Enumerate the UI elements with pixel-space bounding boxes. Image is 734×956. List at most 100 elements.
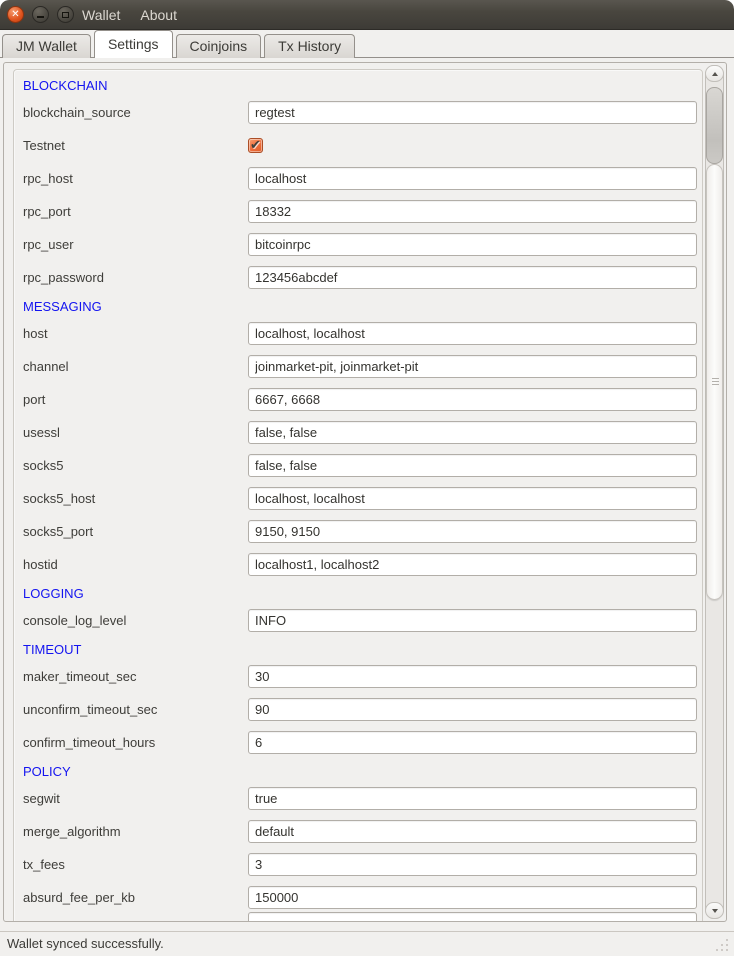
form-row-rpc-port: rpc_port	[4, 200, 704, 223]
settings-scroll-area: BLOCKCHAIN blockchain_source Testnet ✔ rpc_h…	[3, 62, 727, 922]
field-host-input[interactable]	[248, 322, 697, 345]
vertical-scrollbar[interactable]	[705, 65, 724, 919]
tab-bar: JM WalletSettingsCoinjoinsTx History	[0, 30, 734, 58]
scroll-down-button[interactable]	[705, 902, 724, 919]
titlebar: ✕ Wallet About	[0, 0, 734, 30]
form-row-tx-fees: tx_fees	[4, 853, 704, 876]
field-label-unconfirm-timeout-sec: unconfirm_timeout_sec	[23, 698, 157, 721]
close-icon: ✕	[8, 7, 23, 22]
field-label-rpc-host: rpc_host	[23, 167, 73, 190]
field-usessl-input[interactable]	[248, 421, 697, 444]
form-row-maker-timeout-sec: maker_timeout_sec	[4, 665, 704, 688]
field-tx-fees-input[interactable]	[248, 853, 697, 876]
field-label-socks5-host: socks5_host	[23, 487, 95, 510]
grip-icon	[712, 378, 719, 386]
field-label-rpc-user: rpc_user	[23, 233, 74, 256]
form-row-host: host	[4, 322, 704, 345]
checkmark-icon: ✔	[250, 137, 261, 153]
field-confirm-timeout-hours-input[interactable]	[248, 731, 697, 754]
resize-grip[interactable]	[716, 939, 730, 953]
form-row-channel: channel	[4, 355, 704, 378]
field-rpc-user-input[interactable]	[248, 233, 697, 256]
form-row-testnet: Testnet ✔	[4, 134, 704, 157]
form-row-item	[4, 912, 704, 922]
maximize-icon	[58, 7, 73, 22]
menu-bar: Wallet About	[80, 0, 179, 30]
status-bar: Wallet synced successfully.	[0, 931, 734, 956]
form-row-merge-algorithm: merge_algorithm	[4, 820, 704, 843]
form-row-rpc-host: rpc_host	[4, 167, 704, 190]
field-rpc-port-input[interactable]	[248, 200, 697, 223]
section-header-timeout: TIMEOUT	[23, 642, 82, 658]
field-label-rpc-port: rpc_port	[23, 200, 71, 223]
field-label-rpc-password: rpc_password	[23, 266, 104, 289]
form-row-rpc-user: rpc_user	[4, 233, 704, 256]
status-message: Wallet synced successfully.	[7, 932, 164, 956]
arrow-up-icon	[712, 72, 718, 76]
field-rpc-password-input[interactable]	[248, 266, 697, 289]
tab-tx-history[interactable]: Tx History	[264, 34, 355, 58]
maximize-button[interactable]	[57, 6, 74, 23]
form-row-unconfirm-timeout-sec: unconfirm_timeout_sec	[4, 698, 704, 721]
scroll-up-button[interactable]	[705, 65, 724, 82]
field-socks5-port-input[interactable]	[248, 520, 697, 543]
field-label-console-log-level: console_log_level	[23, 609, 126, 632]
close-button[interactable]: ✕	[7, 6, 24, 23]
section-header-policy: POLICY	[23, 764, 71, 780]
tab-jm-wallet[interactable]: JM Wallet	[2, 34, 91, 58]
form-row-absurd-fee-per-kb: absurd_fee_per_kb	[4, 886, 704, 909]
section-header-logging: LOGGING	[23, 586, 84, 602]
form-row-rpc-password: rpc_password	[4, 266, 704, 289]
field-label-segwit: segwit	[23, 787, 60, 810]
form-row-socks5-port: socks5_port	[4, 520, 704, 543]
field-unconfirm-timeout-sec-input[interactable]	[248, 698, 697, 721]
form-row-segwit: segwit	[4, 787, 704, 810]
field-hostid-input[interactable]	[248, 553, 697, 576]
section-header-messaging: MESSAGING	[23, 299, 102, 315]
field-blockchain-source-input[interactable]	[248, 101, 697, 124]
field-label-socks5: socks5	[23, 454, 63, 477]
form-row-usessl: usessl	[4, 421, 704, 444]
field-label-usessl: usessl	[23, 421, 60, 444]
menu-about[interactable]: About	[138, 5, 179, 25]
minimize-button[interactable]	[32, 6, 49, 23]
field-merge-algorithm-input[interactable]	[248, 820, 697, 843]
field-label-hostid: hostid	[23, 553, 58, 576]
form-row-confirm-timeout-hours: confirm_timeout_hours	[4, 731, 704, 754]
field-port-input[interactable]	[248, 388, 697, 411]
scrollbar-slider[interactable]	[706, 164, 723, 600]
arrow-down-icon	[712, 909, 718, 913]
settings-tab-pane: BLOCKCHAIN blockchain_source Testnet ✔ rpc_h…	[0, 58, 734, 931]
field-label-blockchain-source: blockchain_source	[23, 101, 131, 124]
field-console-log-level-input[interactable]	[248, 609, 697, 632]
field-label-channel: channel	[23, 355, 69, 378]
checkbox-testnet[interactable]: ✔	[248, 138, 263, 153]
field-absurd-fee-per-kb-input[interactable]	[248, 886, 697, 909]
field-item-input[interactable]	[248, 912, 697, 922]
field-label-merge-algorithm: merge_algorithm	[23, 820, 121, 843]
field-socks5-input[interactable]	[248, 454, 697, 477]
field-label-testnet: Testnet	[23, 134, 65, 157]
scrollbar-thumb[interactable]	[706, 87, 723, 164]
field-label-tx-fees: tx_fees	[23, 853, 65, 876]
form-row-hostid: hostid	[4, 553, 704, 576]
tab-settings[interactable]: Settings	[94, 30, 173, 58]
field-channel-input[interactable]	[248, 355, 697, 378]
field-label-host: host	[23, 322, 48, 345]
section-header-blockchain: BLOCKCHAIN	[23, 78, 108, 94]
form-row-socks5-host: socks5_host	[4, 487, 704, 510]
form-row-console-log-level: console_log_level	[4, 609, 704, 632]
field-segwit-input[interactable]	[248, 787, 697, 810]
field-label-confirm-timeout-hours: confirm_timeout_hours	[23, 731, 155, 754]
minimize-icon	[33, 7, 48, 22]
field-rpc-host-input[interactable]	[248, 167, 697, 190]
app-window: ✕ Wallet About JM WalletSettingsCoinjoins…	[0, 0, 734, 956]
field-label-port: port	[23, 388, 45, 411]
field-maker-timeout-sec-input[interactable]	[248, 665, 697, 688]
form-row-blockchain-source: blockchain_source	[4, 101, 704, 124]
field-label-maker-timeout-sec: maker_timeout_sec	[23, 665, 136, 688]
menu-wallet[interactable]: Wallet	[80, 5, 122, 25]
tab-coinjoins[interactable]: Coinjoins	[176, 34, 262, 58]
field-socks5-host-input[interactable]	[248, 487, 697, 510]
form-row-port: port	[4, 388, 704, 411]
